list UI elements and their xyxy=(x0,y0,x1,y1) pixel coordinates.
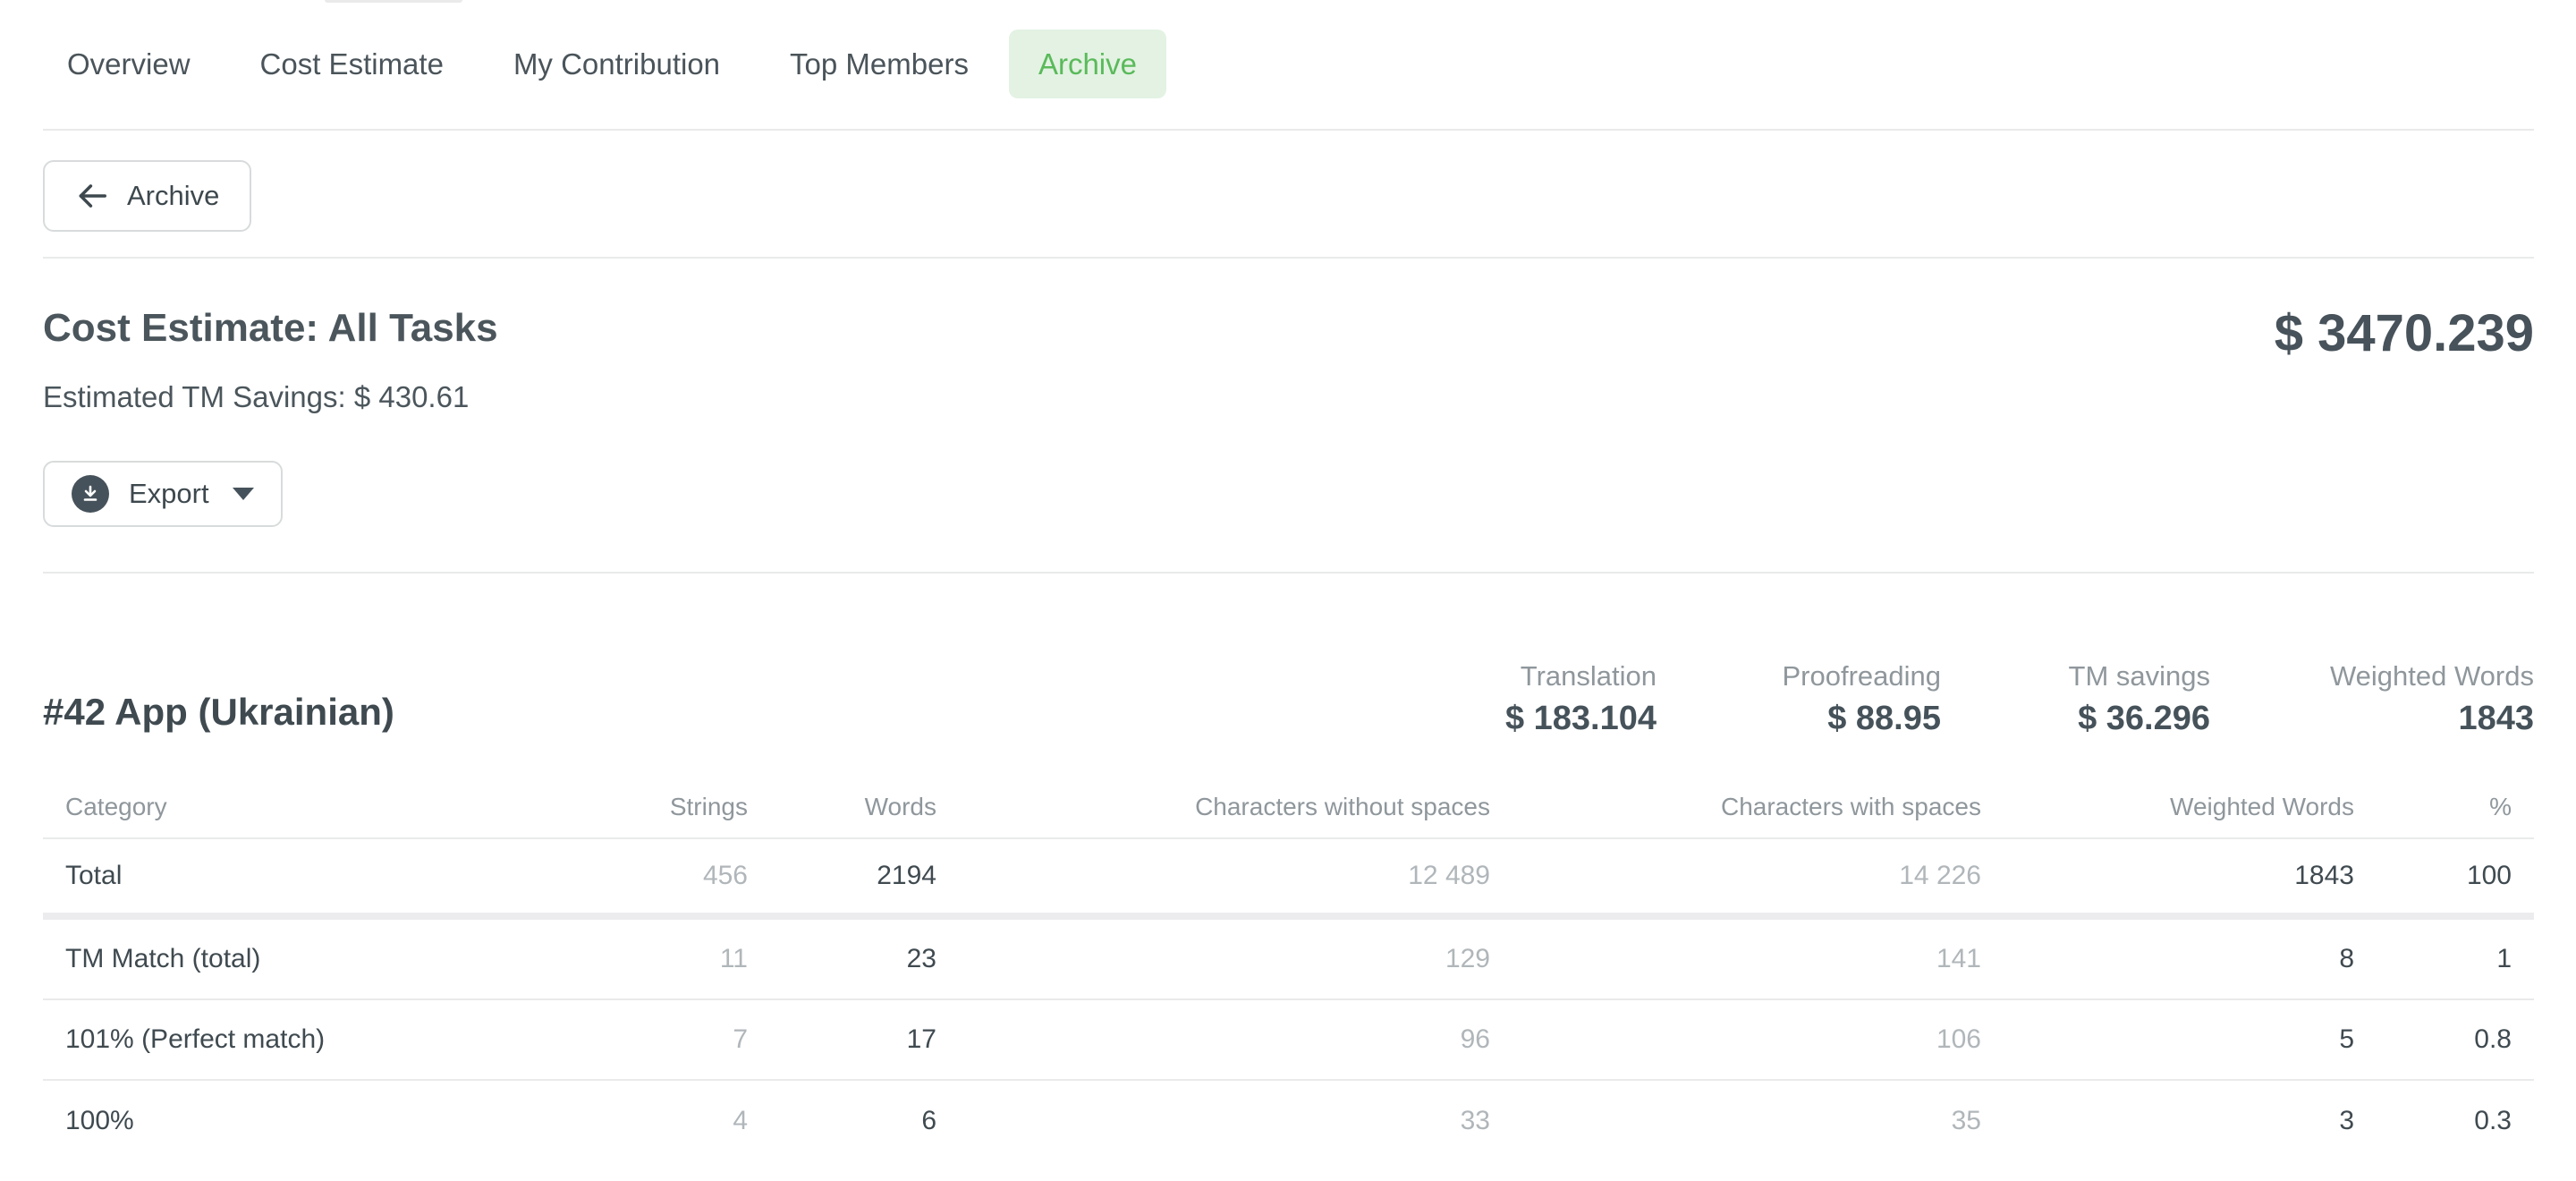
col-header-category: Category xyxy=(43,793,428,821)
cost-estimate-page: Overview Cost Estimate My Contribution T… xyxy=(0,0,2576,1181)
tab-my-contribution[interactable]: My Contribution xyxy=(513,30,720,98)
cell-weighted-words: 8 xyxy=(1981,944,2354,974)
export-button-label: Export xyxy=(129,478,209,510)
col-header-chars-with-spaces: Characters with spaces xyxy=(1490,793,1981,821)
project-title: #42 App (Ukrainian) xyxy=(43,688,1388,742)
table-row-tm-match: TM Match (total) 11 23 129 141 8 1 xyxy=(43,920,2534,1000)
download-icon xyxy=(72,475,109,513)
arrow-left-icon xyxy=(75,179,109,213)
cell-percent: 0.8 xyxy=(2354,1024,2512,1055)
cell-chars-with-spaces: 141 xyxy=(1490,944,1981,974)
cell-category: 100% xyxy=(43,1106,428,1136)
cell-chars-without-spaces: 96 xyxy=(936,1024,1490,1055)
col-header-chars-without-spaces: Characters without spaces xyxy=(936,793,1490,821)
col-header-percent: % xyxy=(2354,793,2512,821)
chevron-down-icon xyxy=(233,488,254,500)
cell-category: 101% (Perfect match) xyxy=(43,1024,428,1055)
back-to-archive-button[interactable]: Archive xyxy=(43,160,251,232)
cell-weighted-words: 5 xyxy=(1981,1024,2354,1055)
table-row-total: Total 456 2194 12 489 14 226 1843 100 xyxy=(43,839,2534,920)
stat-value: 1843 xyxy=(2210,695,2534,742)
stat-label: TM savings xyxy=(1941,659,2210,693)
cell-words: 6 xyxy=(748,1106,936,1136)
stat-value: $ 183.104 xyxy=(1388,695,1657,742)
cell-percent: 1 xyxy=(2354,944,2512,974)
cell-percent: 100 xyxy=(2354,861,2512,891)
table-header-row: Category Strings Words Characters withou… xyxy=(43,776,2534,839)
cell-strings: 456 xyxy=(428,861,748,891)
cell-chars-without-spaces: 33 xyxy=(936,1106,1490,1136)
cell-strings: 4 xyxy=(428,1106,748,1136)
project-stats: Translation $ 183.104 Proofreading $ 88.… xyxy=(1388,659,2534,742)
cell-category: TM Match (total) xyxy=(43,944,428,974)
cell-strings: 7 xyxy=(428,1024,748,1055)
stat-proofreading: Proofreading $ 88.95 xyxy=(1657,659,1941,742)
cell-strings: 11 xyxy=(428,944,748,974)
tab-cost-estimate[interactable]: Cost Estimate xyxy=(260,30,444,98)
divider xyxy=(43,572,2534,574)
col-header-strings: Strings xyxy=(428,793,748,821)
estimated-tm-savings: Estimated TM Savings: $ 430.61 xyxy=(43,380,2534,414)
cell-weighted-words: 3 xyxy=(1981,1106,2354,1136)
stat-label: Translation xyxy=(1388,659,1657,693)
stat-label: Weighted Words xyxy=(2210,659,2534,693)
page-title: Cost Estimate: All Tasks xyxy=(43,302,498,355)
table-row-100: 100% 4 6 33 35 3 0.3 xyxy=(43,1081,2534,1161)
cell-chars-with-spaces: 14 226 xyxy=(1490,861,1981,891)
stat-value: $ 88.95 xyxy=(1657,695,1941,742)
stat-label: Proofreading xyxy=(1657,659,1941,693)
back-button-label: Archive xyxy=(127,180,219,212)
cell-percent: 0.3 xyxy=(2354,1106,2512,1136)
divider xyxy=(43,257,2534,259)
stat-weighted-words: Weighted Words 1843 xyxy=(2210,659,2534,742)
cell-category: Total xyxy=(43,861,428,891)
cell-chars-with-spaces: 35 xyxy=(1490,1106,1981,1136)
col-header-weighted-words: Weighted Words xyxy=(1981,793,2354,821)
cell-chars-without-spaces: 129 xyxy=(936,944,1490,974)
cost-estimate-table: Category Strings Words Characters withou… xyxy=(43,776,2534,1161)
cell-weighted-words: 1843 xyxy=(1981,861,2354,891)
cell-words: 23 xyxy=(748,944,936,974)
cell-words: 17 xyxy=(748,1024,936,1055)
tab-top-members[interactable]: Top Members xyxy=(790,30,969,98)
col-header-words: Words xyxy=(748,793,936,821)
cutoff-element-edge xyxy=(325,0,462,3)
export-button[interactable]: Export xyxy=(43,461,283,527)
cell-chars-with-spaces: 106 xyxy=(1490,1024,1981,1055)
cell-chars-without-spaces: 12 489 xyxy=(936,861,1490,891)
cell-words: 2194 xyxy=(748,861,936,891)
stat-translation: Translation $ 183.104 xyxy=(1388,659,1657,742)
stat-tm-savings: TM savings $ 36.296 xyxy=(1941,659,2210,742)
tab-archive[interactable]: Archive xyxy=(1009,30,1166,98)
table-row-101-perfect-match: 101% (Perfect match) 7 17 96 106 5 0.8 xyxy=(43,1000,2534,1081)
tab-overview[interactable]: Overview xyxy=(67,30,191,98)
tab-bar: Overview Cost Estimate My Contribution T… xyxy=(43,0,2534,131)
grand-total-amount: $ 3470.239 xyxy=(2275,302,2534,366)
stat-value: $ 36.296 xyxy=(1941,695,2210,742)
main-content: Archive Cost Estimate: All Tasks $ 3470.… xyxy=(43,131,2534,1161)
